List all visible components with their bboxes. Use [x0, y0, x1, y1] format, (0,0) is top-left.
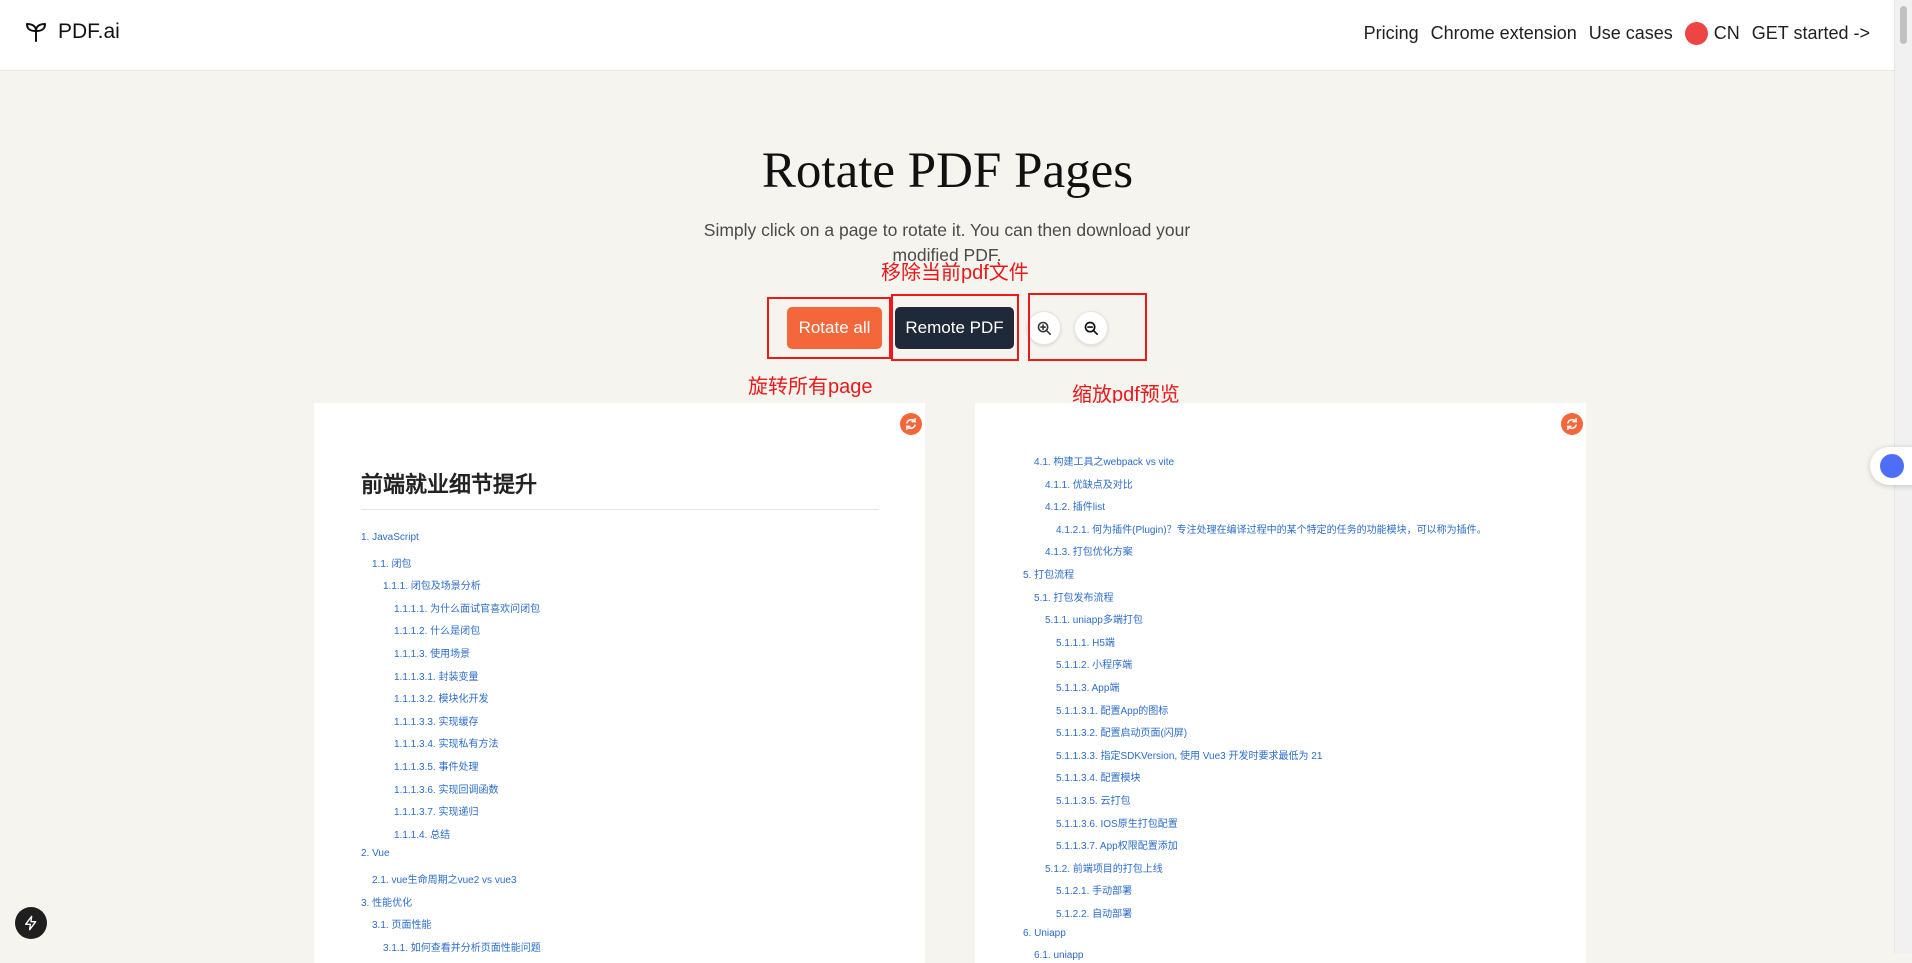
toc-link[interactable]: 1.1.1. 闭包及场景分析	[383, 577, 481, 592]
toc-link[interactable]: 1.1. 闭包	[372, 555, 411, 570]
toc-link[interactable]: 5.1.1.3.1. 配置App的图标	[1056, 702, 1168, 717]
pdf-page-preview-1[interactable]: 前端就业细节提升 1. JavaScript 1.1. 闭包 1.1.1. 闭包及场…	[314, 403, 925, 963]
toc-link[interactable]: 3. 性能优化	[361, 894, 412, 909]
toc-link[interactable]: 1.1.1.3.2. 模块化开发	[394, 690, 488, 705]
lightning-icon	[25, 915, 37, 931]
toc-link[interactable]: 1. JavaScript	[361, 532, 419, 543]
language-flag-icon	[1684, 22, 1708, 45]
toc-link[interactable]: 6. Uniapp	[1023, 928, 1066, 939]
toc-link[interactable]: 5. 打包流程	[1023, 566, 1074, 581]
toc-link[interactable]: 2. Vue	[361, 848, 390, 859]
toc-link[interactable]: 1.1.1.2. 什么是闭包	[394, 622, 480, 637]
rotate-page-button[interactable]	[1561, 413, 1583, 435]
toc-link[interactable]: 5.1.2.2. 自动部署	[1056, 905, 1132, 920]
brand-name: PDF.ai	[58, 20, 120, 43]
toc-link[interactable]: 5.1.1.3.4. 配置模块	[1056, 769, 1140, 784]
toc-link[interactable]: 1.1.1.3.1. 封装变量	[394, 668, 478, 683]
pdf-page-preview-2[interactable]: 4.1. 构建工具之webpack vs vite 4.1.1. 优缺点及对比 4.…	[975, 403, 1586, 963]
rotate-icon	[906, 417, 916, 431]
toc-link[interactable]: 6.1. uniapp	[1034, 950, 1084, 961]
nav-link-chrome-extension[interactable]: Chrome extension	[1431, 23, 1577, 44]
assistant-avatar-icon	[1880, 454, 1904, 478]
toc-link[interactable]: 5.1.1.3.2. 配置启动页面(闪屏)	[1056, 724, 1187, 739]
top-header: PDF.ai Pricing Chrome extension Use case…	[0, 0, 1895, 71]
toc-link[interactable]: 5.1.1.3.5. 云打包	[1056, 792, 1130, 807]
sprout-icon	[26, 23, 46, 42]
nav-link-pricing[interactable]: Pricing	[1364, 23, 1419, 44]
annotation-box-remove	[891, 294, 1019, 361]
nav-link-use-cases[interactable]: Use cases	[1589, 23, 1673, 44]
annotation-box-rotate	[767, 297, 891, 359]
toc-link[interactable]: 3.1. 页面性能	[372, 916, 431, 931]
toc-link[interactable]: 1.1.1.1. 为什么面试官喜欢问闭包	[394, 600, 540, 615]
toc-link[interactable]: 1.1.1.3.3. 实现缓存	[394, 713, 478, 728]
toc-link[interactable]: 5.1.1.3.3. 指定SDKVersion, 使用 Vue3 开发时要求最低…	[1056, 747, 1322, 762]
scrollbar-thumb[interactable]	[1900, 6, 1907, 44]
toc-link[interactable]: 1.1.1.3. 使用场景	[394, 645, 470, 660]
toc-link[interactable]: 3.1.1. 如何查看并分析页面性能问题	[383, 939, 541, 954]
language-label: CN	[1713, 23, 1740, 43]
toc-link[interactable]: 2.1. vue生命周期之vue2 vs vue3	[372, 871, 517, 886]
page-title: Rotate PDF Pages	[761, 143, 1134, 199]
toc-link[interactable]: 5.1.2. 前端项目的打包上线	[1045, 860, 1163, 875]
toc-link[interactable]: 5.1. 打包发布流程	[1034, 589, 1113, 604]
toc-link[interactable]: 4.1.1. 优缺点及对比	[1045, 476, 1133, 491]
top-nav: Pricing Chrome extension Use cases CN GE…	[1364, 22, 1870, 45]
document-title: 前端就业细节提升	[361, 467, 879, 510]
toc-link[interactable]: 5.1.1.3. App端	[1056, 679, 1119, 694]
toc-link[interactable]: 5.1.1.1. H5端	[1056, 634, 1115, 649]
toc-link[interactable]: 4.1.3. 打包优化方案	[1045, 543, 1133, 558]
toc-link[interactable]: 1.1.1.3.5. 事件处理	[394, 758, 478, 773]
toc-link[interactable]: 5.1.1. uniapp多端打包	[1045, 611, 1143, 626]
annotation-label-remove: 移除当前pdf文件	[881, 262, 1029, 284]
toc-link[interactable]: 1.1.1.4. 总结	[394, 826, 450, 841]
quick-action-button[interactable]	[15, 907, 47, 939]
rotate-icon	[1567, 417, 1577, 431]
toc-link[interactable]: 5.1.1.3.6. IOS原生打包配置	[1056, 815, 1178, 830]
toc-link[interactable]: 5.1.2.1. 手动部署	[1056, 882, 1132, 897]
assistant-float-button[interactable]	[1870, 447, 1912, 485]
toc-link[interactable]: 1.1.1.3.6. 实现回调函数	[394, 781, 498, 796]
toc-link[interactable]: 1.1.1.3.7. 实现递归	[394, 803, 478, 818]
annotation-label-rotate: 旋转所有page	[748, 376, 873, 398]
toc-link[interactable]: 4.1. 构建工具之webpack vs vite	[1034, 453, 1174, 468]
language-switcher[interactable]: CN	[1684, 22, 1740, 45]
toc-link[interactable]: 5.1.1.2. 小程序端	[1056, 656, 1132, 671]
annotation-box-zoom	[1028, 293, 1147, 361]
toc-link[interactable]: 5.1.1.3.7. App权限配置添加	[1056, 837, 1178, 852]
toc-link[interactable]: 4.1.2.1. 何为插件(Plugin)？专注处理在编译过程中的某个特定的任务…	[1056, 521, 1487, 536]
get-started-link[interactable]: GET started ->	[1752, 23, 1870, 44]
toc-link[interactable]: 4.1.2. 插件list	[1045, 498, 1105, 513]
rotate-page-button[interactable]	[900, 413, 922, 435]
brand-logo[interactable]: PDF.ai	[24, 20, 120, 44]
toc-link[interactable]: 1.1.1.3.4. 实现私有方法	[394, 735, 498, 750]
